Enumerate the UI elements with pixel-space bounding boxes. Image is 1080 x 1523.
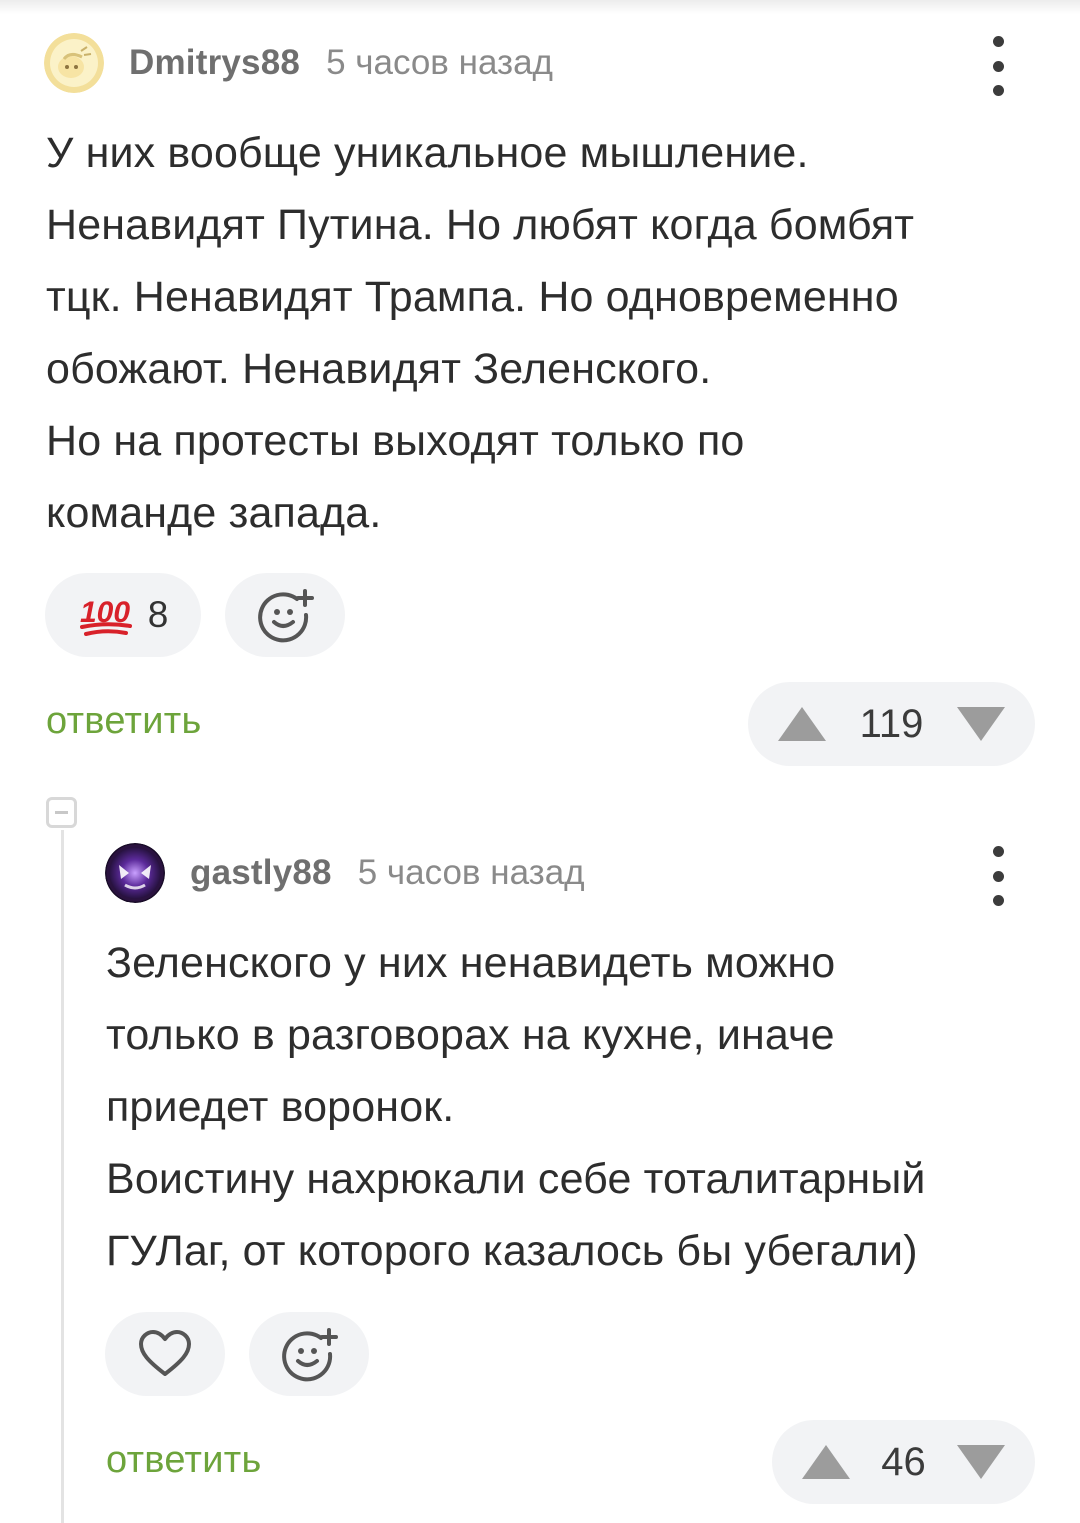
vote-box: 46 <box>772 1420 1035 1504</box>
add-emoji-icon <box>258 589 314 643</box>
timestamp: 5 часов назад <box>326 43 553 82</box>
avatar[interactable] <box>44 33 104 93</box>
like-button[interactable] <box>105 1312 225 1396</box>
add-reaction-button[interactable] <box>225 573 345 657</box>
score: 46 <box>881 1439 926 1484</box>
more-options-icon[interactable] <box>988 36 1008 96</box>
thread-line <box>61 830 64 1523</box>
add-reaction-button[interactable] <box>249 1312 369 1396</box>
add-emoji-icon <box>282 1328 338 1382</box>
more-options-icon[interactable] <box>988 846 1008 906</box>
upvote-icon[interactable] <box>776 705 828 743</box>
score: 119 <box>859 701 924 746</box>
100-emoji-icon: 100 <box>79 596 132 636</box>
comment-header: Dmitrys88 5 часов назад <box>44 33 553 93</box>
username[interactable]: Dmitrys88 <box>129 43 300 83</box>
avatar[interactable] <box>105 843 165 903</box>
reply-button[interactable]: ответить <box>46 700 202 743</box>
comment-text: Зеленского у них ненавидеть можно только… <box>106 939 926 1275</box>
top-shadow <box>0 0 1080 14</box>
reaction-count: 8 <box>147 594 169 635</box>
comment-header: gastly88 5 часов назад <box>105 843 585 903</box>
comment-text: У них вообще уникальное мышление. Ненави… <box>46 129 915 537</box>
heart-icon <box>139 1330 191 1376</box>
reply-button[interactable]: ответить <box>106 1439 262 1482</box>
collapse-thread-icon[interactable] <box>46 797 77 828</box>
reaction-button[interactable]: 100 8 <box>45 573 201 657</box>
downvote-icon[interactable] <box>955 1443 1007 1481</box>
downvote-icon[interactable] <box>955 705 1007 743</box>
timestamp: 5 часов назад <box>357 853 585 892</box>
upvote-icon[interactable] <box>800 1443 852 1481</box>
username[interactable]: gastly88 <box>190 853 332 893</box>
vote-box: 119 <box>748 682 1035 766</box>
